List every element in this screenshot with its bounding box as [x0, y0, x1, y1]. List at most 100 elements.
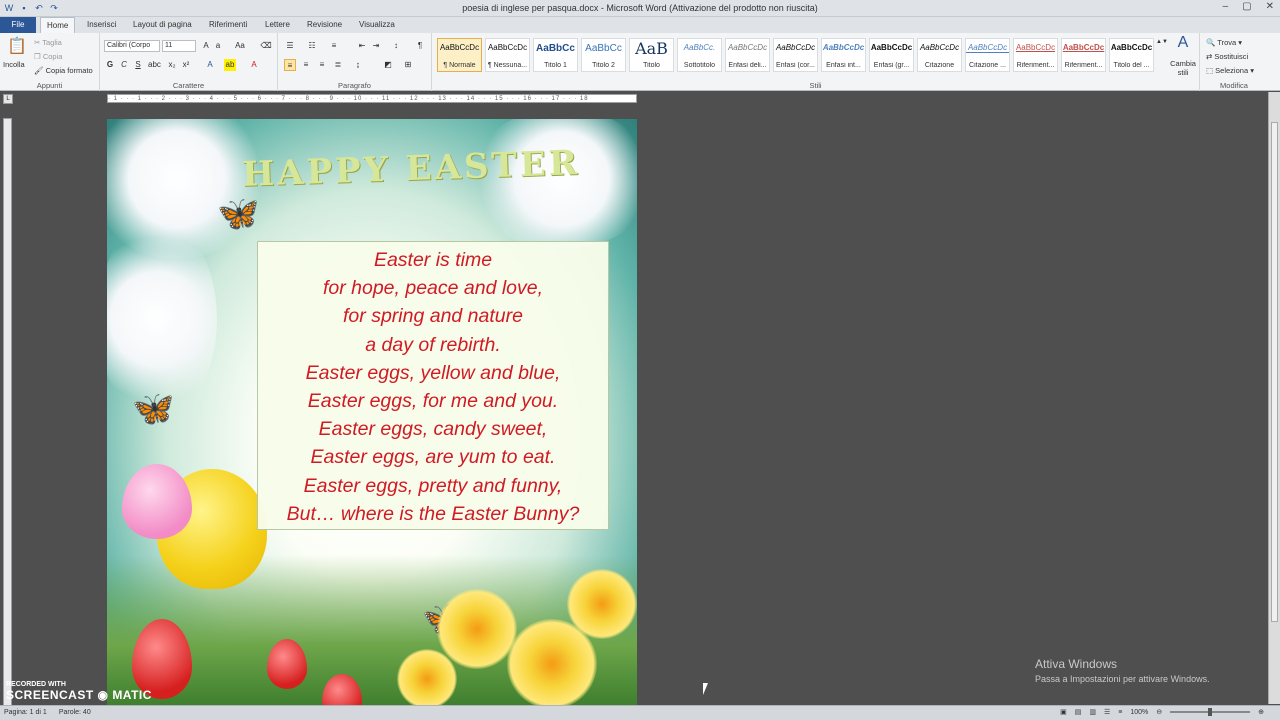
font-size-combo[interactable]: 11 — [162, 40, 196, 52]
line-spacing-icon[interactable]: ↨ — [352, 59, 364, 71]
tab-revisione[interactable]: Revisione — [301, 17, 348, 33]
subscript-icon[interactable]: x₂ — [166, 59, 178, 71]
style-item[interactable]: AaBbCcDc Riferiment... — [1013, 38, 1058, 72]
style-item[interactable]: AaBbCc Titolo 1 — [533, 38, 578, 72]
show-marks-icon[interactable]: ¶ — [414, 40, 426, 52]
style-name: Sottotitolo — [683, 62, 716, 69]
zoom-level[interactable]: 100% — [1130, 709, 1148, 716]
tab-selector[interactable]: L — [3, 94, 13, 104]
style-item[interactable]: AaBbCcDc Enfasi (cor... — [773, 38, 818, 72]
screencast-watermark: RECORDED WITH SCREENCAST ◉ MATIC — [6, 681, 152, 702]
multilevel-list-icon[interactable]: ≡ — [328, 40, 340, 52]
style-item[interactable]: AaBbCcDc Citazione — [917, 38, 962, 72]
style-name: Citazione — [924, 62, 955, 69]
activation-title: Attiva Windows — [1035, 657, 1118, 671]
view-outline-icon[interactable]: ☰ — [1104, 708, 1110, 716]
mouse-cursor-icon — [703, 683, 713, 695]
style-item[interactable]: AaB Titolo — [629, 38, 674, 72]
align-center-icon[interactable]: ≡ — [300, 59, 312, 71]
style-name: Titolo 1 — [544, 62, 567, 69]
style-name: Enfasi (cor... — [776, 62, 815, 69]
tab-layout[interactable]: Layout di pagina — [127, 17, 198, 33]
borders-icon[interactable]: ⊞ — [402, 59, 414, 71]
style-sample: AaBbCcDc — [870, 43, 913, 52]
select-button[interactable]: ⬚ Seleziona ▾ — [1206, 66, 1254, 75]
title-bar: W ▪ ↶ ↷ poesia di inglese per pasqua.doc… — [0, 0, 1280, 17]
poem-textbox[interactable]: Easter is time for hope, peace and love, f… — [257, 241, 609, 530]
style-item[interactable]: AaBbCcDc Enfasi int... — [821, 38, 866, 72]
view-full-screen-icon[interactable]: ▤ — [1075, 708, 1082, 716]
paste-icon[interactable]: 📋 — [6, 37, 28, 57]
horizontal-ruler[interactable]: · 1 · · · 1 · · · 2 · · · 3 · · · 4 · · … — [107, 94, 637, 103]
tab-riferimenti[interactable]: Riferimenti — [203, 17, 253, 33]
strikethrough-icon[interactable]: abc — [148, 59, 161, 71]
bold-button[interactable]: G — [104, 59, 116, 71]
copy-button[interactable]: ❐ Copia — [34, 52, 62, 61]
highlight-icon[interactable]: ab — [224, 59, 236, 71]
clear-format-icon[interactable]: ⌫ — [260, 40, 272, 52]
font-group: Calibri (Corpo 11 A a Aa ⌫ G C S abc x₂ … — [100, 33, 278, 91]
butterfly-icon: 🦋 — [132, 390, 175, 428]
find-button[interactable]: 🔍 Trova ▾ — [1206, 38, 1242, 47]
align-right-icon[interactable]: ≡ — [316, 59, 328, 71]
style-item[interactable]: AaBbCcDc Citazione ... — [965, 38, 1010, 72]
change-styles-button[interactable]: Cambia stili — [1168, 59, 1198, 77]
zoom-slider-thumb[interactable] — [1208, 708, 1213, 716]
font-group-label: Carattere — [172, 81, 205, 90]
style-item[interactable]: AaBbCcDc Enfasi (gr... — [869, 38, 914, 72]
justify-icon[interactable]: ≣ — [332, 59, 344, 71]
tab-visualizza[interactable]: Visualizza — [353, 17, 401, 33]
bullets-icon[interactable]: ☰ — [284, 40, 296, 52]
grow-font-icon[interactable]: A — [200, 40, 212, 52]
style-sample: AaBbCcDc — [1062, 43, 1105, 52]
style-item[interactable]: AaBbCcDc ¶ Nessuna... — [485, 38, 530, 72]
copy-label: Copia — [42, 52, 63, 61]
word-count[interactable]: Parole: 40 — [59, 709, 91, 716]
font-color-icon[interactable]: A — [248, 59, 260, 71]
replace-button[interactable]: ⇄ Sostituisci — [1206, 52, 1248, 61]
document-page[interactable]: HAPPY EASTER 🦋 🦋 🦋 Easter is timefor hop… — [107, 119, 637, 705]
change-styles-icon[interactable]: A — [1172, 35, 1194, 55]
scrollbar-thumb[interactable] — [1271, 122, 1278, 622]
font-name-combo[interactable]: Calibri (Corpo — [104, 40, 160, 52]
zoom-out-icon[interactable]: ⊖ — [1156, 708, 1162, 716]
style-item[interactable]: AaBbCcDc Titolo del ... — [1109, 38, 1154, 72]
style-item[interactable]: AaBbCc. Sottotitolo — [677, 38, 722, 72]
change-case-icon[interactable]: Aa — [234, 40, 246, 52]
tab-home[interactable]: Home — [40, 17, 76, 33]
tab-inserisci[interactable]: Inserisci — [81, 17, 122, 33]
text-effects-icon[interactable]: A — [204, 59, 216, 71]
styles-scroll-icon[interactable]: ▲▼ — [1156, 37, 1168, 71]
cut-button[interactable]: ✂ Taglia — [34, 38, 62, 47]
zoom-in-icon[interactable]: ⊕ — [1258, 708, 1264, 716]
style-item[interactable]: AaBbCcDc Riferiment... — [1061, 38, 1106, 72]
vertical-ruler[interactable] — [3, 118, 12, 708]
superscript-icon[interactable]: x² — [180, 59, 192, 71]
sort-icon[interactable]: ↕ — [390, 40, 402, 52]
numbering-icon[interactable]: ☷ — [306, 40, 318, 52]
paste-button[interactable]: Incolla — [3, 60, 25, 69]
shading-icon[interactable]: ◩ — [382, 59, 394, 71]
zoom-slider[interactable] — [1170, 708, 1251, 716]
align-left-icon[interactable]: ≡ — [284, 59, 296, 71]
style-item[interactable]: AaBbCcDc ¶ Normale — [437, 38, 482, 72]
vertical-scrollbar[interactable] — [1268, 92, 1280, 704]
style-item[interactable]: AaBbCcDc Enfasi deli... — [725, 38, 770, 72]
increase-indent-icon[interactable]: ⇥ — [370, 40, 382, 52]
tab-lettere[interactable]: Lettere — [259, 17, 296, 33]
underline-button[interactable]: S — [132, 59, 144, 71]
view-web-icon[interactable]: ▥ — [1089, 708, 1096, 716]
page-count[interactable]: Pagina: 1 di 1 — [4, 709, 47, 716]
style-item[interactable]: AaBbCc Titolo 2 — [581, 38, 626, 72]
shrink-font-icon[interactable]: a — [212, 40, 224, 52]
minimize-button[interactable]: – — [1223, 1, 1229, 12]
format-painter-button[interactable]: 🖌 Copia formato — [34, 66, 93, 75]
italic-button[interactable]: C — [118, 59, 130, 71]
tab-file[interactable]: File — [0, 17, 36, 33]
view-draft-icon[interactable]: ≡ — [1118, 709, 1122, 716]
view-print-layout-icon[interactable]: ▣ — [1060, 708, 1067, 716]
maximize-button[interactable]: ▢ — [1242, 1, 1251, 12]
decrease-indent-icon[interactable]: ⇤ — [356, 40, 368, 52]
close-button[interactable]: ✕ — [1266, 1, 1274, 12]
style-name: Enfasi int... — [826, 62, 861, 69]
